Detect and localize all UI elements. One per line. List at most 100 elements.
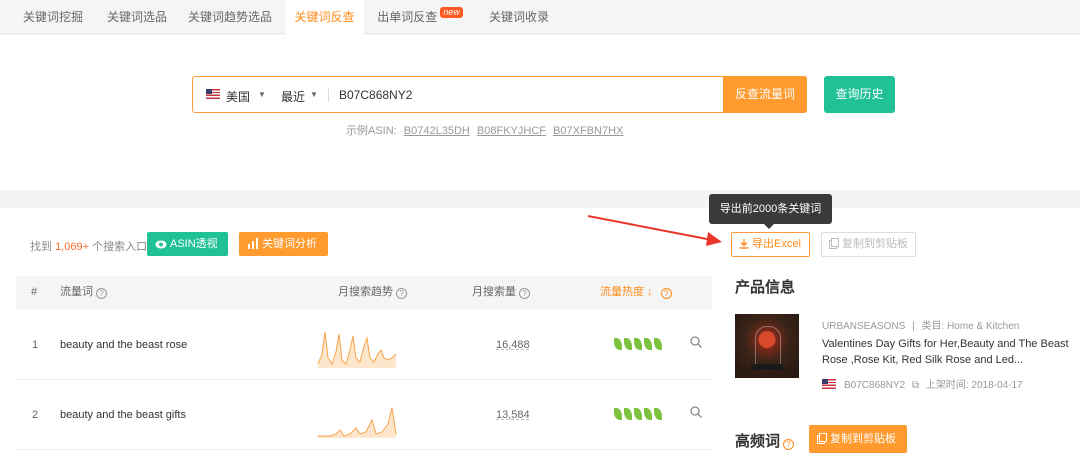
search-panel: 美国 ▼ 最近 ▼ B07C868NY2 反查流量词 查询历史 示例ASIN: … — [0, 35, 1080, 190]
row-rank: 2 — [32, 409, 39, 421]
example-asins: 示例ASIN: B0742L35DH B08FKYJHCF B07XFBN7HX — [346, 122, 623, 138]
product-title[interactable]: Valentines Day Gifts for Her,Beauty and … — [822, 336, 1070, 368]
external-link-icon[interactable]: ⧉ — [912, 380, 919, 391]
tab-bar: 关键词挖掘 关键词选品 关键词趋势选品 关键词反查 出单词反查 new 关键词收录 — [0, 0, 1080, 35]
column-trend-label: 月搜索趋势 — [338, 286, 393, 298]
product-category: 类目: Home & Kitchen — [921, 321, 1020, 332]
trend-sparkline — [317, 331, 397, 368]
product-meta: B07C868NY2 ⧉ 上架时间: 2018-04-17 — [822, 376, 1023, 391]
heat-rating — [614, 338, 664, 353]
us-flag-icon — [206, 89, 220, 99]
divider — [328, 88, 329, 102]
new-badge: new — [440, 7, 463, 18]
found-suffix: 个搜索入口 — [92, 241, 148, 253]
column-keyword: 流量词? — [60, 276, 107, 309]
help-icon[interactable]: ? — [96, 288, 107, 299]
help-icon[interactable]: ? — [396, 288, 407, 299]
table-row[interactable]: 1 beauty and the beast rose 16,488 — [16, 310, 712, 380]
column-volume-label: 月搜索量 — [472, 286, 516, 298]
query-history-button[interactable]: 查询历史 — [824, 76, 895, 113]
period-select[interactable]: 最近 — [281, 88, 305, 105]
column-keyword-label: 流量词 — [60, 286, 93, 298]
product-asin[interactable]: B07C868NY2 — [844, 380, 905, 391]
copy-icon — [829, 235, 839, 258]
high-freq-title: 高频词? — [735, 430, 795, 451]
leaf-icon — [644, 408, 652, 420]
tab-label: 出单词反查 — [377, 10, 438, 24]
results-panel: 找到 1,069+ 个搜索入口 ASIN透视 关键词分析 # 流量词? 月搜索趋… — [0, 208, 1080, 459]
asin-perspective-button[interactable]: ASIN透视 — [147, 232, 228, 256]
row-volume[interactable]: 13,584 — [496, 409, 530, 421]
copy-icon — [817, 427, 827, 455]
excel-button-label: 导出Excel — [752, 238, 801, 250]
table-row[interactable]: 2 beauty and the beast gifts 13,584 — [16, 380, 712, 450]
found-prefix: 找到 — [30, 241, 52, 253]
row-keyword[interactable]: beauty and the beast rose — [60, 339, 187, 351]
copy-high-freq-label: 复制到剪贴板 — [830, 433, 896, 445]
high-freq-label: 高频词 — [735, 433, 781, 450]
reverse-search-button[interactable]: 反查流量词 — [723, 76, 807, 113]
country-select[interactable]: 美国 — [226, 88, 250, 105]
asin-input[interactable]: B07C868NY2 — [339, 88, 412, 102]
column-volume[interactable]: 月搜索量? — [472, 276, 530, 309]
chevron-down-icon[interactable]: ▼ — [310, 90, 318, 99]
tab-keyword-indexing[interactable]: 关键词收录 — [478, 0, 560, 34]
asin-button-label: ASIN透视 — [170, 238, 218, 250]
tab-keyword-selection[interactable]: 关键词选品 — [96, 0, 178, 34]
examples-label: 示例ASIN: — [346, 125, 397, 137]
leaf-icon — [654, 408, 662, 420]
help-icon[interactable]: ? — [660, 288, 672, 299]
heat-rating — [614, 408, 664, 423]
chart-icon — [247, 234, 259, 258]
example-asin-link[interactable]: B0742L35DH — [404, 125, 470, 137]
chevron-down-icon[interactable]: ▼ — [258, 90, 266, 99]
leaf-icon — [624, 408, 632, 420]
column-heat-label: 流量热度 — [600, 286, 644, 298]
copy-high-freq-button[interactable]: 复制到剪贴板 — [809, 425, 907, 453]
leaf-icon — [614, 338, 622, 350]
table-header: # 流量词? 月搜索趋势? 月搜索量? 流量热度 ↓? — [16, 276, 712, 309]
row-keyword[interactable]: beauty and the beast gifts — [60, 409, 186, 421]
copy-button-label: 复制到剪贴板 — [842, 238, 908, 250]
product-info-title: 产品信息 — [735, 279, 796, 296]
separator: | — [912, 321, 915, 332]
tab-keyword-reverse[interactable]: 关键词反查 — [285, 0, 364, 35]
copy-clipboard-button[interactable]: 复制到剪贴板 — [821, 232, 916, 257]
row-volume[interactable]: 16,488 — [496, 339, 530, 351]
example-asin-link[interactable]: B07XFBN7HX — [553, 125, 623, 137]
tab-keyword-mining[interactable]: 关键词挖掘 — [12, 0, 94, 34]
eye-icon — [155, 234, 167, 258]
export-tooltip: 导出前2000条关键词 — [709, 194, 832, 229]
export-excel-button[interactable]: 导出Excel — [731, 232, 810, 257]
sort-desc-icon[interactable]: ↓ — [647, 286, 653, 298]
tab-keyword-trend[interactable]: 关键词趋势选品 — [180, 0, 280, 34]
annotation-arrow — [587, 215, 722, 246]
product-image[interactable] — [735, 314, 799, 378]
search-icon[interactable] — [690, 406, 702, 421]
column-trend: 月搜索趋势? — [338, 276, 407, 309]
trend-sparkline — [318, 407, 397, 438]
tab-order-keyword-reverse[interactable]: 出单词反查 new — [370, 0, 470, 34]
leaf-icon — [654, 338, 662, 350]
leaf-icon — [624, 338, 632, 350]
help-icon[interactable]: ? — [519, 288, 530, 299]
column-heat[interactable]: 流量热度 ↓? — [600, 276, 672, 309]
column-index: # — [31, 286, 38, 298]
product-brand-line: URBANSEASONS | 类目: Home & Kitchen — [822, 317, 1019, 332]
analysis-button-label: 关键词分析 — [262, 238, 317, 250]
product-listed-date: 上架时间: 2018-04-17 — [925, 380, 1023, 391]
download-icon — [739, 235, 749, 258]
help-icon[interactable]: ? — [783, 439, 795, 450]
row-rank: 1 — [32, 339, 39, 351]
leaf-icon — [634, 408, 642, 420]
search-box: 美国 ▼ 最近 ▼ B07C868NY2 反查流量词 — [192, 76, 807, 113]
us-flag-icon — [822, 379, 836, 389]
leaf-icon — [634, 338, 642, 350]
leaf-icon — [614, 408, 622, 420]
example-asin-link[interactable]: B08FKYJHCF — [477, 125, 546, 137]
search-icon[interactable] — [690, 336, 702, 351]
leaf-icon — [644, 338, 652, 350]
keyword-analysis-button[interactable]: 关键词分析 — [239, 232, 328, 256]
product-brand[interactable]: URBANSEASONS — [822, 321, 905, 332]
found-count: 1,069+ — [55, 241, 90, 253]
